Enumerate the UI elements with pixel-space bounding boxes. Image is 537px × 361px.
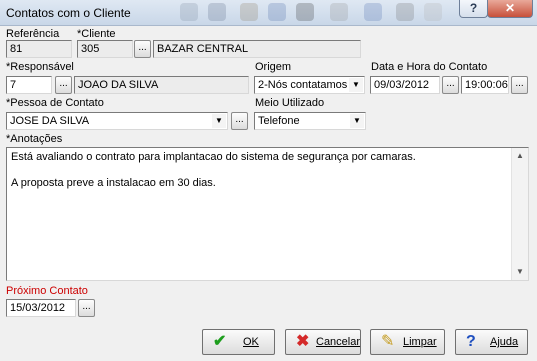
x-icon: ✖ [296, 333, 310, 350]
meio-select[interactable]: Telefone ▼ [254, 112, 366, 130]
hora-contato-field[interactable]: 19:00:06 [461, 76, 509, 94]
data-contato-field[interactable]: 09/03/2012 [370, 76, 440, 94]
responsavel-lookup-button[interactable]: ... [55, 76, 72, 94]
scroll-up-icon[interactable]: ▲ [512, 148, 528, 164]
origem-value: 2-Nós contatamos [258, 79, 348, 91]
contatos-dialog: Contatos com o Cliente ? ✕ Referência 81… [0, 0, 537, 361]
cliente-name-field: BAZAR CENTRAL [153, 40, 361, 58]
hora-picker-button[interactable]: ... [511, 76, 528, 94]
proximo-contato-field[interactable]: 15/03/2012 [6, 299, 76, 317]
referencia-field: 81 [6, 40, 72, 58]
anotacoes-line: A proposta preve a instalacao em 30 dias… [11, 177, 216, 189]
broom-icon: ✎ [381, 333, 395, 350]
anotacoes-label: *Anotações [6, 133, 63, 145]
chevron-down-icon[interactable]: ▼ [212, 114, 226, 128]
data-hora-label: Data e Hora do Contato [371, 61, 488, 73]
clear-button[interactable]: ✎ Limpar [370, 329, 445, 355]
proximo-contato-picker-button[interactable]: ... [78, 299, 95, 317]
title-bar[interactable]: Contatos com o Cliente ? ✕ [0, 0, 537, 26]
pessoa-lookup-button[interactable]: ... [231, 112, 248, 130]
background-toolbar-icon [296, 3, 314, 21]
anotacoes-line: Está avaliando o contrato para implantac… [11, 151, 416, 163]
referencia-label: Referência [6, 28, 60, 40]
title-close-button[interactable]: ✕ [487, 0, 533, 18]
scroll-down-icon[interactable]: ▼ [512, 264, 528, 280]
background-toolbar-icon [208, 3, 226, 21]
title-help-button[interactable]: ? [459, 0, 488, 18]
pessoa-value: JOSE DA SILVA [10, 115, 90, 127]
background-toolbar-icon [180, 3, 198, 21]
responsavel-name-field: JOAO DA SILVA [74, 76, 249, 94]
help-icon: ? [466, 333, 476, 350]
anotacoes-scrollbar[interactable]: ▲ ▼ [511, 148, 528, 280]
cliente-lookup-button[interactable]: ... [134, 40, 151, 58]
meio-value: Telefone [258, 115, 300, 127]
window-title: Contatos com o Cliente [6, 6, 131, 20]
ok-button[interactable]: ✔ OK [202, 329, 275, 355]
proximo-contato-label: Próximo Contato [6, 285, 88, 297]
background-toolbar-icon [330, 3, 348, 21]
background-toolbar-icon [396, 3, 414, 21]
checkmark-icon: ✔ [213, 333, 227, 350]
meio-label: Meio Utilizado [255, 97, 325, 109]
origem-label: Origem [255, 61, 292, 73]
responsavel-label: *Responsável [6, 61, 74, 73]
clear-button-label: Limpar [403, 336, 437, 348]
pessoa-select[interactable]: JOSE DA SILVA ▼ [6, 112, 228, 130]
chevron-down-icon[interactable]: ▼ [349, 78, 363, 92]
background-toolbar-icon [364, 3, 382, 21]
help-button-label: Ajuda [490, 336, 519, 348]
cliente-code-field[interactable]: 305 [77, 40, 133, 58]
background-toolbar-icon [268, 3, 286, 21]
origem-select[interactable]: 2-Nós contatamos ▼ [254, 76, 365, 94]
background-toolbar-icon [424, 3, 442, 21]
background-toolbar-icon [240, 3, 258, 21]
pessoa-label: *Pessoa de Contato [6, 97, 104, 109]
cancel-button-label: Cancelar [316, 336, 361, 348]
responsavel-code-field[interactable]: 7 [6, 76, 52, 94]
data-picker-button[interactable]: ... [442, 76, 459, 94]
close-icon: ✕ [504, 1, 516, 15]
help-button[interactable]: ? Ajuda [455, 329, 528, 355]
ok-button-label: OK [243, 336, 259, 348]
chevron-down-icon[interactable]: ▼ [350, 114, 364, 128]
cancel-button[interactable]: ✖ Cancelar [285, 329, 361, 355]
anotacoes-textarea[interactable]: Está avaliando o contrato para implantac… [6, 147, 529, 281]
cliente-label: *Cliente [77, 28, 116, 40]
help-icon: ? [469, 1, 478, 15]
